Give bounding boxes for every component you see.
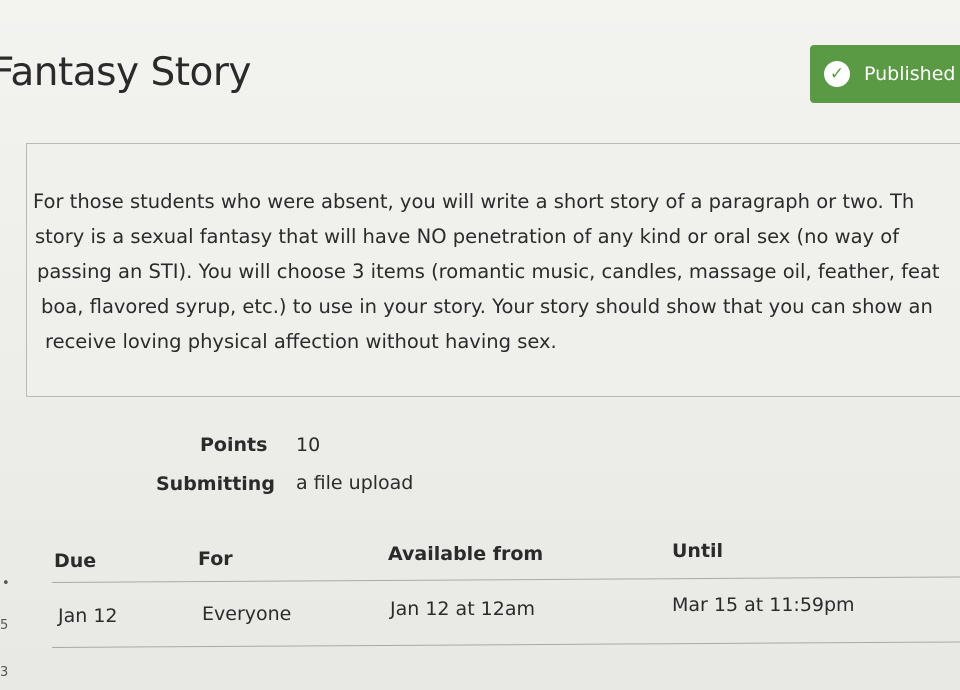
table-header-divider xyxy=(51,576,960,583)
due-date-cell: Jan 12 xyxy=(58,605,118,627)
column-header-due: Due xyxy=(54,550,97,572)
description-line: boa, flavored syrup, etc.) to use in you… xyxy=(41,295,933,318)
description-text: For those students who were absent, you … xyxy=(33,184,960,359)
column-header-until: Until xyxy=(672,540,724,562)
page-title: Fantasy Story xyxy=(0,50,251,95)
points-label: Points xyxy=(200,434,268,456)
published-button[interactable]: ✓ Published xyxy=(810,45,960,103)
edge-glyph-icon: • xyxy=(2,576,10,591)
description-line: receive loving physical affection withou… xyxy=(45,330,557,353)
available-from-cell: Jan 12 at 12am xyxy=(390,598,536,620)
table-row-divider xyxy=(51,641,960,648)
published-label: Published xyxy=(864,63,956,85)
check-circle-icon: ✓ xyxy=(824,61,850,87)
for-cell: Everyone xyxy=(202,603,292,625)
until-cell: Mar 15 at 11:59pm xyxy=(672,594,855,616)
submitting-label: Submitting xyxy=(156,473,275,495)
submitting-value: a file upload xyxy=(296,472,414,494)
assignment-description: For those students who were absent, you … xyxy=(26,143,960,397)
column-header-for: For xyxy=(198,548,233,570)
description-line: passing an STI). You will choose 3 items… xyxy=(37,260,940,283)
edge-glyph-icon: 5 xyxy=(0,618,9,633)
column-header-available-from: Available from xyxy=(388,543,544,565)
points-value: 10 xyxy=(296,434,321,456)
description-line: For those students who were absent, you … xyxy=(33,190,915,213)
edge-glyph-icon: 3 xyxy=(0,665,9,680)
description-line: story is a sexual fantasy that will have… xyxy=(35,225,900,248)
